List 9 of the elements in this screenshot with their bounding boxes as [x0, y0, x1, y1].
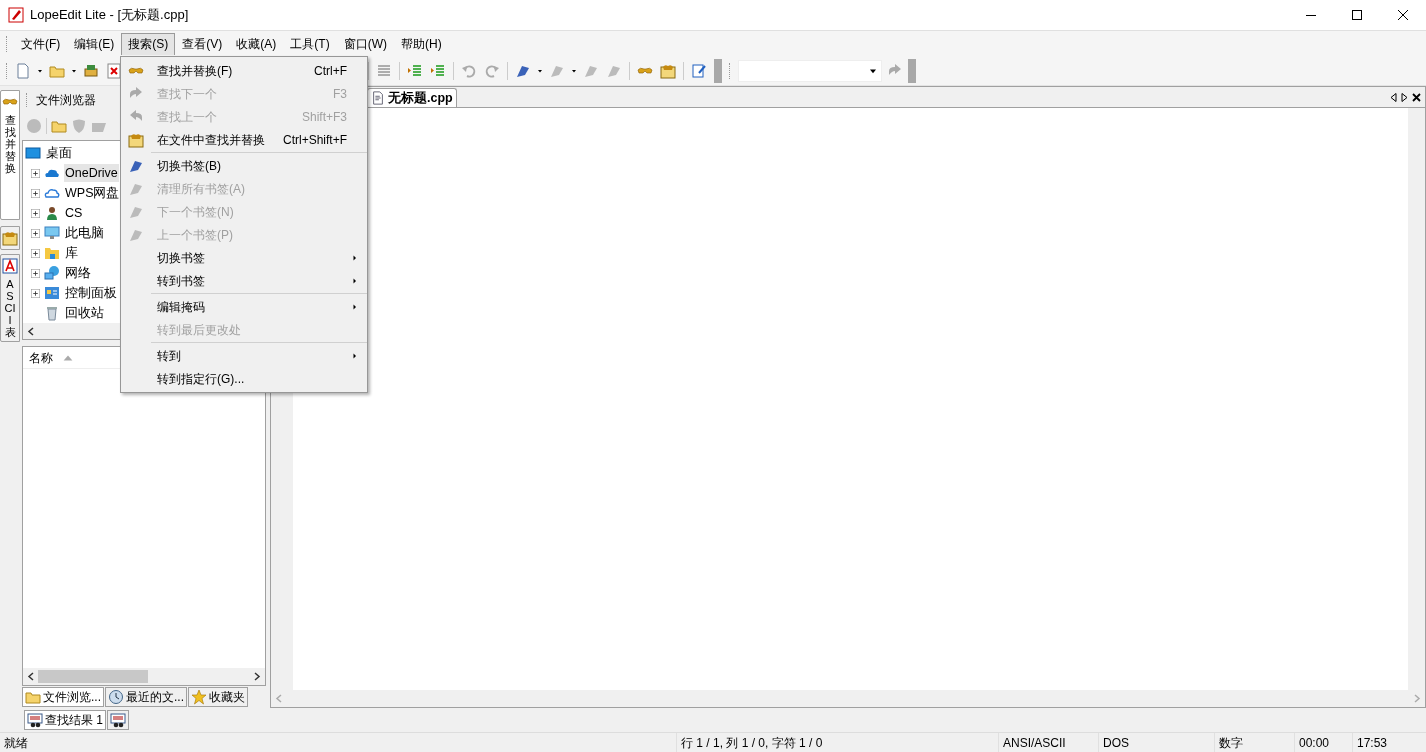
panel-title: 文件浏览器	[36, 92, 96, 109]
status-text: 17:53	[1352, 733, 1426, 752]
status-text: ANSI/ASCII	[998, 733, 1098, 752]
status-text: 就绪	[3, 734, 29, 752]
status-text: 00:00	[1294, 733, 1352, 752]
status-text: 行 1 / 1, 列 1 / 0, 字符 1 / 0	[676, 733, 998, 752]
status-text: 数字	[1214, 733, 1294, 752]
window-title: LopeEdit Lite - [无标题.cpp]	[30, 6, 189, 25]
status-text: DOS	[1098, 733, 1214, 752]
